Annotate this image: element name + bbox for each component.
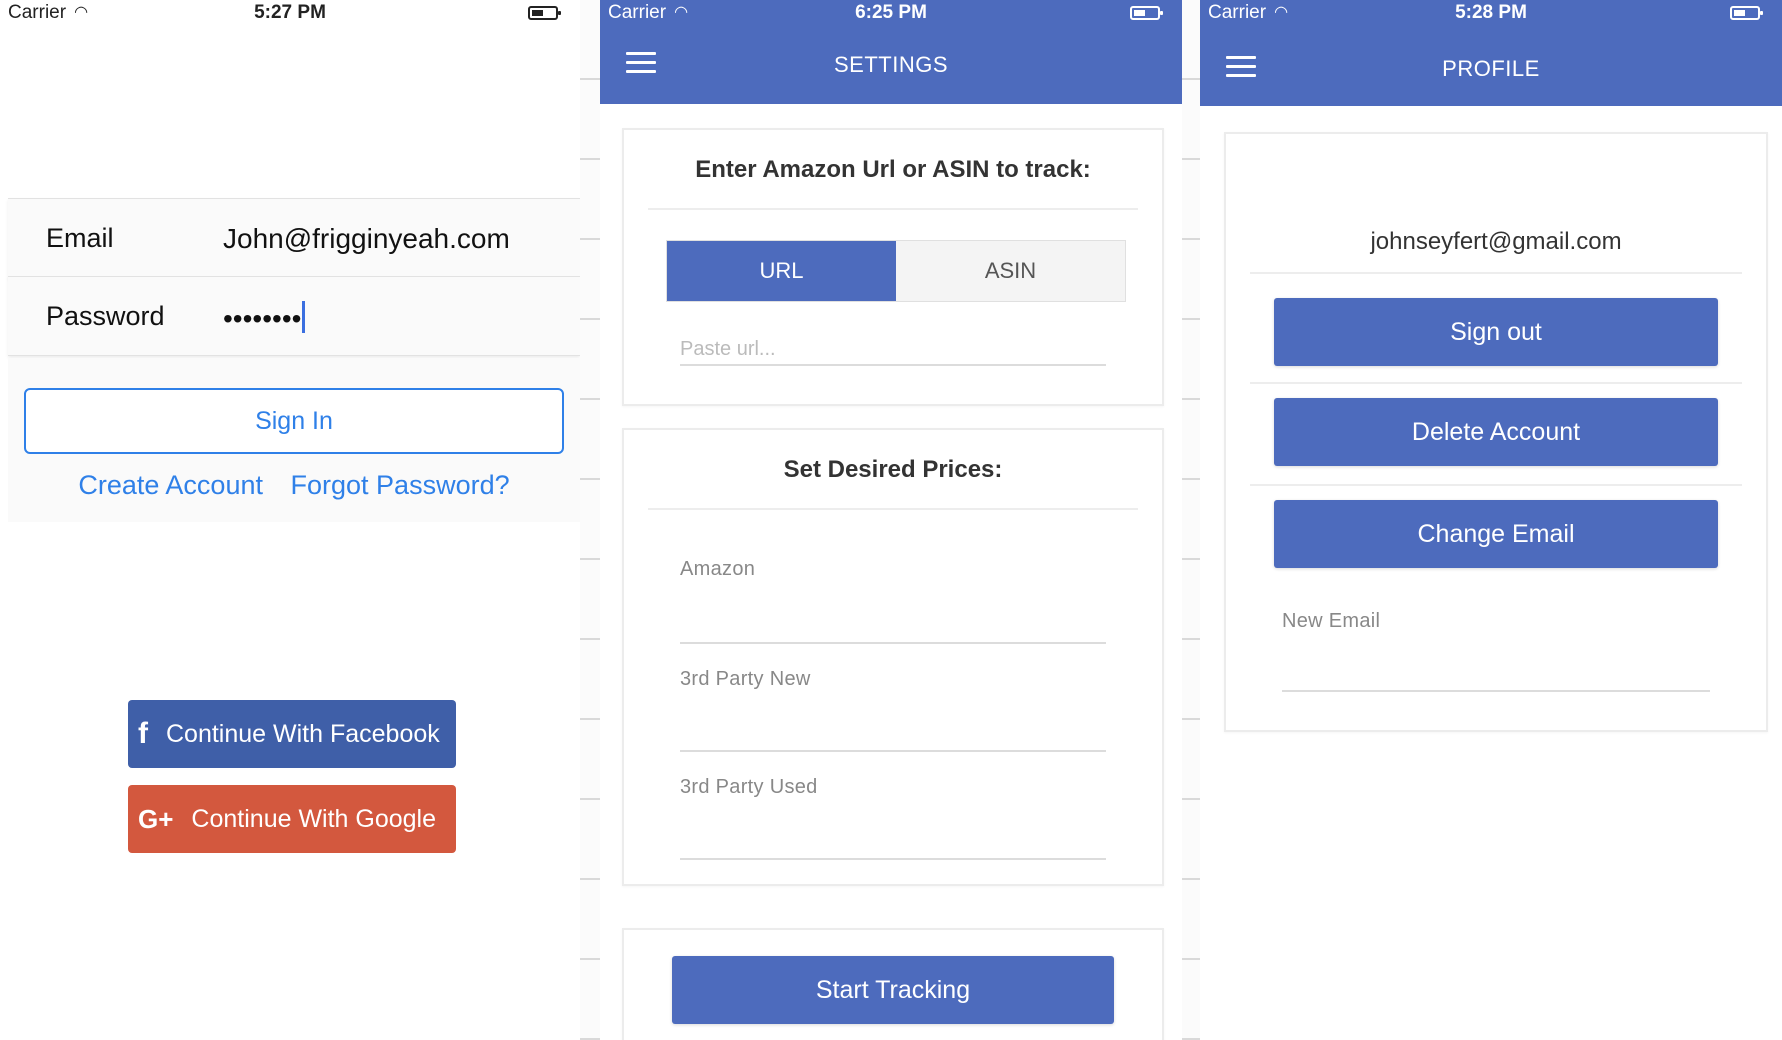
divider bbox=[648, 208, 1138, 210]
divider bbox=[1250, 382, 1742, 384]
password-field[interactable]: •••••••• bbox=[223, 301, 306, 335]
google-button-label: Continue With Google bbox=[191, 804, 437, 833]
track-heading: Enter Amazon Url or ASIN to track: bbox=[695, 156, 1091, 183]
password-label: Password bbox=[46, 301, 165, 331]
account-email: johnseyfert@gmail.com bbox=[1370, 228, 1622, 255]
third-party-used-input[interactable] bbox=[680, 858, 1106, 860]
battery-icon bbox=[1730, 6, 1763, 20]
third-party-new-input[interactable] bbox=[680, 750, 1106, 752]
status-time: 5:28 PM bbox=[1455, 2, 1527, 23]
facebook-icon: f bbox=[138, 717, 148, 750]
prices-card: Set Desired Prices: Amazon 3rd Party New… bbox=[622, 428, 1164, 886]
new-email-label: New Email bbox=[1282, 610, 1381, 632]
text-caret bbox=[302, 301, 306, 333]
third-party-used-label: 3rd Party Used bbox=[680, 776, 818, 798]
facebook-button-label: Continue With Facebook bbox=[166, 719, 440, 748]
battery-icon bbox=[528, 6, 561, 20]
email-row[interactable]: Email John@frigginyeah.com bbox=[8, 198, 580, 278]
track-card: Enter Amazon Url or ASIN to track: URL A… bbox=[622, 128, 1164, 406]
login-screen: Carrier ◠ 5:27 PM Email John@frigginyeah.… bbox=[0, 0, 580, 1040]
status-bar: Carrier ◠ 6:25 PM bbox=[600, 0, 1182, 30]
divider bbox=[1250, 272, 1742, 274]
password-row[interactable]: Password •••••••• bbox=[8, 276, 580, 356]
email-field[interactable]: John@frigginyeah.com bbox=[223, 223, 510, 255]
google-plus-icon: G+ bbox=[138, 803, 174, 834]
page-title: PROFILE bbox=[1442, 56, 1540, 81]
action-card: Start Tracking bbox=[622, 928, 1164, 1040]
status-bar: Carrier ◠ 5:27 PM bbox=[0, 0, 580, 30]
delete-account-button[interactable]: Delete Account bbox=[1274, 398, 1718, 466]
screen-gap bbox=[1182, 0, 1200, 1040]
status-time: 6:25 PM bbox=[855, 2, 927, 23]
status-bar: Carrier ◠ 5:28 PM bbox=[1200, 0, 1782, 30]
change-email-button[interactable]: Change Email bbox=[1274, 500, 1718, 568]
email-label: Email bbox=[46, 223, 114, 253]
facebook-login-button[interactable]: f Continue With Facebook bbox=[128, 700, 456, 768]
divider bbox=[648, 508, 1138, 510]
navbar: Carrier ◠ 6:25 PM SETTINGS bbox=[600, 0, 1182, 104]
page-title: SETTINGS bbox=[833, 52, 948, 77]
password-dots: •••••••• bbox=[223, 303, 302, 334]
prices-heading: Set Desired Prices: bbox=[783, 456, 1003, 483]
navbar: Carrier ◠ 5:28 PM PROFILE bbox=[1200, 0, 1782, 106]
google-login-button[interactable]: G+ Continue With Google bbox=[128, 785, 456, 853]
battery-icon bbox=[1130, 6, 1163, 20]
settings-screen: Carrier ◠ 6:25 PM SETTINGS Enter Amazon U… bbox=[600, 0, 1182, 1040]
divider bbox=[1250, 484, 1742, 486]
amazon-price-label: Amazon bbox=[680, 558, 756, 580]
status-time: 5:27 PM bbox=[254, 2, 326, 23]
sign-out-button[interactable]: Sign out bbox=[1274, 298, 1718, 366]
third-party-new-label: 3rd Party New bbox=[680, 668, 811, 690]
url-input-underline bbox=[680, 364, 1106, 366]
start-tracking-button[interactable]: Start Tracking bbox=[672, 956, 1114, 1024]
amazon-price-input[interactable] bbox=[680, 642, 1106, 644]
forgot-password-link[interactable]: Forgot Password? bbox=[291, 470, 510, 500]
segment-url[interactable]: URL bbox=[667, 241, 896, 301]
screen-gap bbox=[580, 0, 600, 1040]
profile-screen: Carrier ◠ 5:28 PM PROFILE johnseyfert@gma… bbox=[1200, 0, 1782, 1040]
new-email-input[interactable] bbox=[1282, 690, 1710, 692]
login-actions: Sign In Create Account Forgot Password? bbox=[8, 358, 580, 522]
segment-asin[interactable]: ASIN bbox=[896, 241, 1125, 301]
account-links: Create Account Forgot Password? bbox=[8, 470, 580, 501]
profile-card: johnseyfert@gmail.com Sign out Delete Ac… bbox=[1224, 132, 1768, 732]
url-asin-toggle[interactable]: URL ASIN bbox=[666, 240, 1126, 302]
sign-in-button[interactable]: Sign In bbox=[24, 388, 564, 454]
url-input[interactable]: Paste url... bbox=[680, 338, 776, 361]
create-account-link[interactable]: Create Account bbox=[78, 470, 263, 500]
